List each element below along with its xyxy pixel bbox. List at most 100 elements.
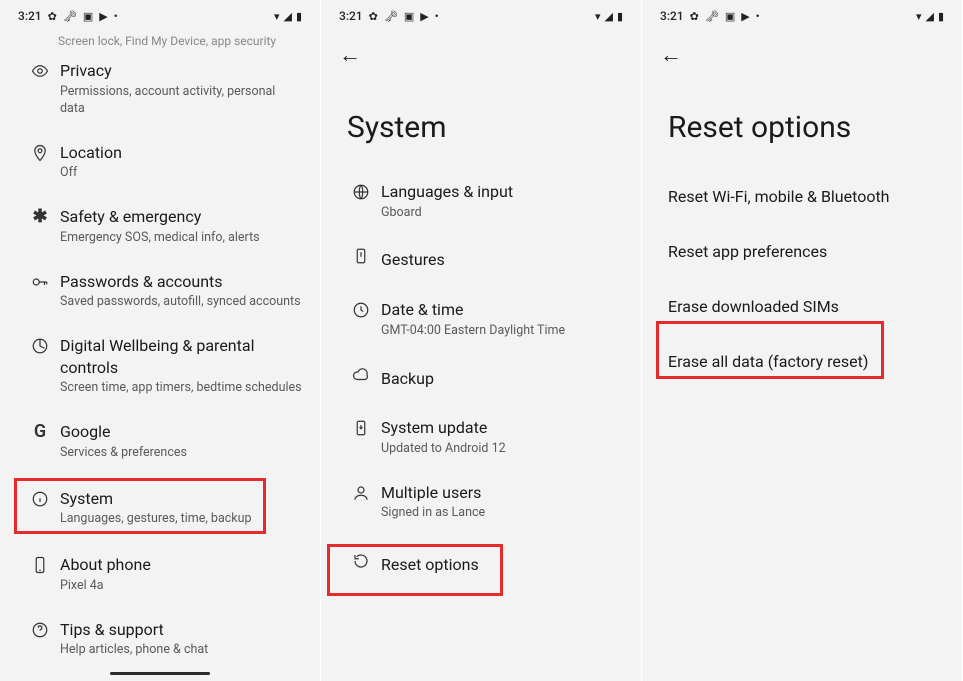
status-dot-icon: •	[114, 11, 118, 22]
update-icon	[352, 419, 370, 441]
system-item-system-update[interactable]: System update Updated to Android 12	[321, 405, 641, 469]
status-signal-icon: ◢	[925, 11, 933, 22]
phone-icon	[31, 556, 49, 578]
status-wifi-icon: ▾	[274, 11, 280, 22]
system-item-languages[interactable]: Languages & input Gboard	[321, 169, 641, 233]
users-icon	[352, 484, 370, 506]
reset-item-erase-sims[interactable]: Erase downloaded SIMs	[642, 279, 962, 334]
settings-item-safety[interactable]: ✱ Safety & emergency Emergency SOS, medi…	[0, 194, 320, 258]
item-subtitle: Screen time, app timers, bedtime schedul…	[60, 380, 302, 397]
globe-icon	[352, 183, 370, 205]
item-title: Tips & support	[60, 619, 302, 641]
status-app-icon: ▣	[725, 11, 735, 22]
status-key-icon: 🗝	[384, 11, 398, 22]
wellbeing-icon	[31, 337, 49, 359]
help-icon	[31, 621, 49, 643]
google-icon: G	[34, 423, 46, 441]
item-title: System update	[381, 417, 623, 439]
status-signal-icon: ◢	[604, 11, 612, 22]
item-title: Backup	[381, 364, 623, 394]
item-title: Passwords & accounts	[60, 271, 302, 293]
system-item-reset-options[interactable]: Reset options	[321, 534, 641, 596]
item-title: Google	[60, 421, 302, 443]
item-subtitle: GMT-04:00 Eastern Daylight Time	[381, 323, 623, 340]
system-item-multiple-users[interactable]: Multiple users Signed in as Lance	[321, 470, 641, 534]
settings-item-passwords[interactable]: Passwords & accounts Saved passwords, au…	[0, 259, 320, 323]
eye-icon	[31, 62, 49, 84]
settings-item-tips-support[interactable]: Tips & support Help articles, phone & ch…	[0, 607, 320, 671]
settings-item-location[interactable]: Location Off	[0, 130, 320, 194]
system-item-date-time[interactable]: Date & time GMT-04:00 Eastern Daylight T…	[321, 287, 641, 351]
system-settings-screen: 3:21 ✿ 🗝 ▣ ▶ • ▾ ◢ ▮ ← System Languages …	[321, 0, 642, 681]
status-time: 3:21	[660, 9, 684, 23]
item-subtitle: Updated to Android 12	[381, 441, 623, 458]
item-subtitle: Gboard	[381, 205, 623, 222]
settings-item-privacy[interactable]: Privacy Permissions, account activity, p…	[0, 48, 320, 129]
settings-item-system[interactable]: System Languages, gestures, time, backup	[0, 474, 320, 542]
reset-item-app-preferences[interactable]: Reset app preferences	[642, 224, 962, 279]
status-bar: 3:21 ✿ 🗝 ▣ ▶ • ▾ ◢ ▮	[0, 4, 320, 28]
status-play-icon: ▶	[99, 11, 107, 22]
status-wifi-icon: ▾	[595, 11, 601, 22]
item-title: Erase all data (factory reset)	[668, 352, 868, 371]
pin-icon	[31, 144, 49, 166]
status-key-icon: 🗝	[705, 11, 719, 22]
item-title: Location	[60, 142, 302, 164]
item-title: Safety & emergency	[60, 206, 302, 228]
status-time: 3:21	[18, 9, 42, 23]
status-battery-icon: ▮	[296, 11, 302, 22]
page-title: Reset options	[642, 76, 962, 169]
item-subtitle: Languages, gestures, time, backup	[60, 511, 302, 528]
status-settings-icon: ✿	[48, 11, 57, 22]
settings-main-screen: 3:21 ✿ 🗝 ▣ ▶ • ▾ ◢ ▮ Screen lock, Find M…	[0, 0, 321, 681]
status-key-icon: 🗝	[63, 11, 77, 22]
item-title: Date & time	[381, 299, 623, 321]
status-app-icon: ▣	[404, 11, 414, 22]
settings-item-wellbeing[interactable]: Digital Wellbeing & parental controls Sc…	[0, 323, 320, 409]
item-title: Reset Wi-Fi, mobile & Bluetooth	[668, 187, 889, 206]
item-title: Languages & input	[381, 181, 623, 203]
item-title: System	[60, 488, 302, 510]
status-time: 3:21	[339, 9, 363, 23]
item-subtitle: Help articles, phone & chat	[60, 642, 302, 659]
back-button[interactable]: ←	[339, 42, 361, 68]
status-dot-icon: •	[435, 11, 439, 22]
gesture-icon	[352, 247, 370, 269]
system-item-gestures[interactable]: Gestures	[321, 233, 641, 287]
item-subtitle: Saved passwords, autofill, synced accoun…	[60, 294, 302, 311]
home-indicator[interactable]	[110, 672, 210, 675]
reset-options-screen: 3:21 ✿ 🗝 ▣ ▶ • ▾ ◢ ▮ ← Reset options Res…	[642, 0, 963, 681]
back-button[interactable]: ←	[660, 42, 682, 68]
status-bar: 3:21 ✿ 🗝 ▣ ▶ • ▾ ◢ ▮	[321, 4, 641, 28]
page-title: System	[321, 76, 641, 169]
item-title: Reset options	[381, 550, 623, 580]
item-subtitle: Signed in as Lance	[381, 505, 623, 522]
item-title: About phone	[60, 554, 302, 576]
status-play-icon: ▶	[741, 11, 749, 22]
item-subtitle: Services & preferences	[60, 445, 302, 462]
cloud-icon	[352, 366, 370, 388]
status-settings-icon: ✿	[690, 11, 699, 22]
settings-item-google[interactable]: G Google Services & preferences	[0, 409, 320, 473]
item-title: Multiple users	[381, 482, 623, 504]
reset-item-factory-reset[interactable]: Erase all data (factory reset)	[642, 334, 962, 389]
item-title: Gestures	[381, 245, 623, 275]
item-subtitle: Off	[60, 165, 302, 182]
status-settings-icon: ✿	[369, 11, 378, 22]
item-subtitle: Emergency SOS, medical info, alerts	[60, 230, 302, 247]
item-title: Reset app preferences	[668, 242, 827, 261]
info-icon	[31, 490, 49, 512]
item-title: Privacy	[60, 60, 302, 82]
status-app-icon: ▣	[83, 11, 93, 22]
clock-icon	[352, 301, 370, 323]
settings-item-about-phone[interactable]: About phone Pixel 4a	[0, 542, 320, 606]
status-dot-icon: •	[756, 11, 760, 22]
reset-item-wifi-mobile-bluetooth[interactable]: Reset Wi-Fi, mobile & Bluetooth	[642, 169, 962, 224]
reset-icon	[352, 552, 370, 574]
system-item-backup[interactable]: Backup	[321, 352, 641, 406]
item-title: Digital Wellbeing & parental controls	[60, 335, 302, 378]
item-subtitle: Pixel 4a	[60, 578, 302, 595]
status-signal-icon: ◢	[283, 11, 291, 22]
status-wifi-icon: ▾	[916, 11, 922, 22]
key-icon	[31, 273, 49, 295]
